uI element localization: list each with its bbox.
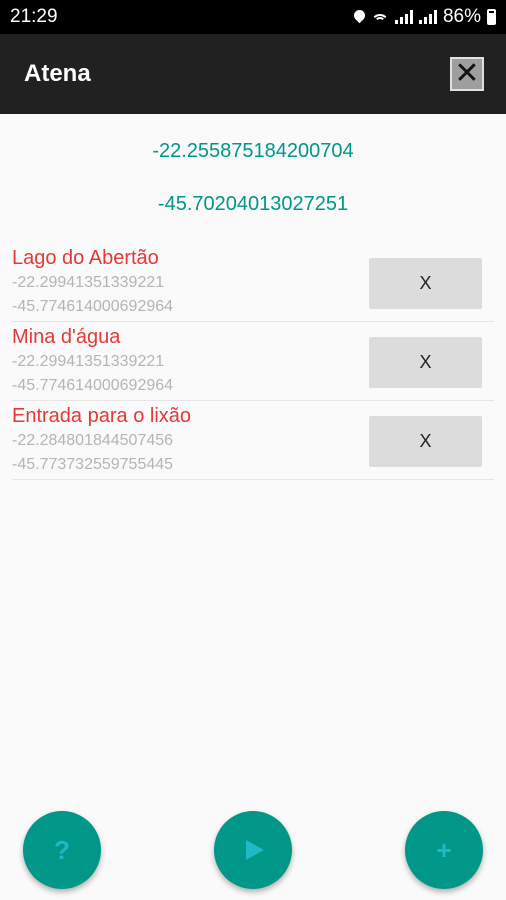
help-button[interactable]: ? (23, 811, 101, 889)
wifi-icon (370, 10, 389, 24)
play-icon (246, 840, 264, 860)
places-list: Lago do Abertão -22.29941351339221 -45.7… (12, 243, 494, 480)
delete-button[interactable]: X (369, 258, 482, 309)
add-icon: + (436, 834, 452, 865)
app-bar: Atena ✕ (0, 34, 506, 114)
close-button[interactable]: ✕ (450, 57, 484, 91)
signal-icon (418, 10, 437, 24)
delete-button[interactable]: X (369, 337, 482, 388)
list-item[interactable]: Lago do Abertão -22.29941351339221 -45.7… (12, 243, 494, 322)
status-time: 21:29 (10, 6, 58, 27)
play-button[interactable] (214, 811, 292, 889)
delete-button[interactable]: X (369, 416, 482, 467)
status-bar: 21:29 86% (0, 0, 506, 34)
signal-icon (394, 10, 413, 24)
help-icon: ? (54, 834, 70, 865)
current-longitude: -45.70204013027251 (157, 193, 349, 215)
add-place-button[interactable]: + (405, 811, 483, 889)
current-latitude: -22.255875184200704 (152, 140, 354, 162)
battery-percent: 86% (442, 6, 481, 27)
list-item[interactable]: Entrada para o lixão -22.284801844507456… (12, 401, 494, 480)
close-icon: ✕ (454, 57, 480, 90)
list-item[interactable]: Mina d'água -22.29941351339221 -45.77461… (12, 322, 494, 401)
location-icon (354, 10, 365, 25)
status-icons: 86% (354, 6, 496, 28)
battery-icon (487, 9, 496, 25)
app-title: Atena (24, 60, 91, 87)
